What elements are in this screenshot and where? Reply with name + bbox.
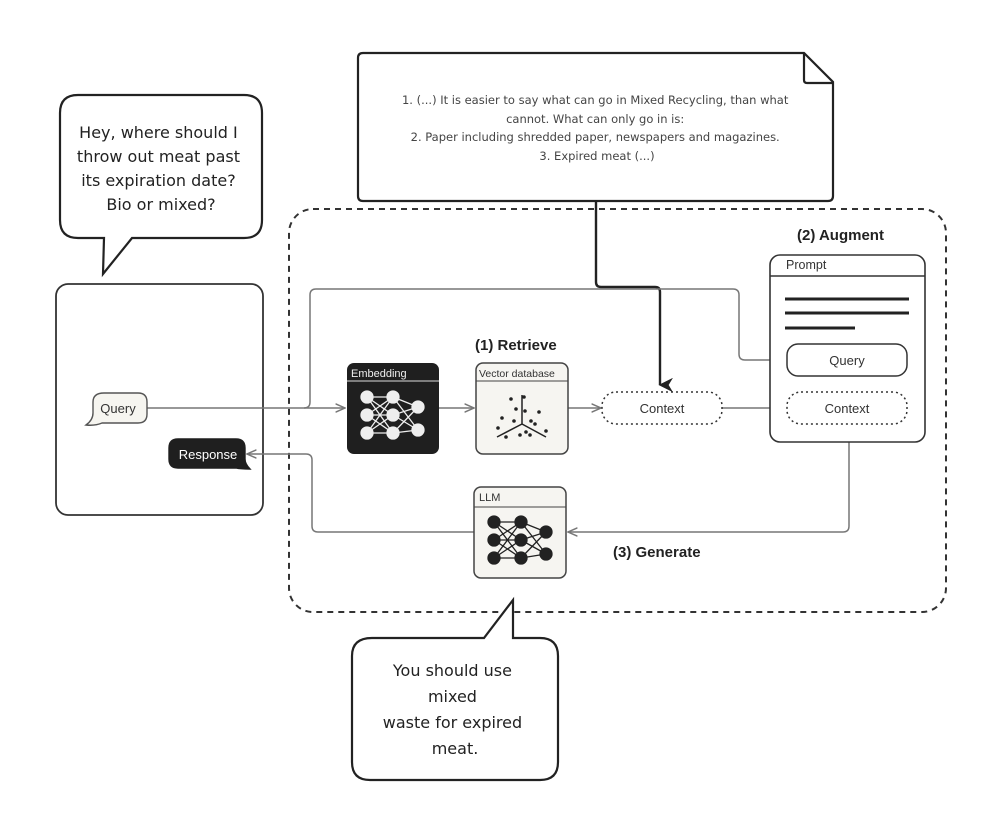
answer-bubble: You should use mixed waste for expired m… <box>350 596 560 782</box>
llm-to-response-connector <box>247 454 474 533</box>
client-panel <box>55 283 264 516</box>
context-label: Context <box>640 401 685 416</box>
user-question-line: its expiration date? <box>81 171 235 190</box>
embedding-label: Embedding <box>351 368 407 380</box>
augment-step-label: (2) Augment <box>797 227 884 244</box>
llm-label: LLM <box>479 492 500 504</box>
user-question-line: Bio or mixed? <box>106 195 215 214</box>
prompt-context-label: Context <box>825 401 870 416</box>
user-question-line: throw out meat past <box>77 147 240 166</box>
response-label: Response <box>179 447 238 462</box>
query-chip[interactable]: Query <box>84 392 148 426</box>
document-line: 3. Expired meat (...) <box>539 149 654 163</box>
prompt-to-llm-connector <box>568 442 850 532</box>
vector-database-label: Vector database <box>479 368 555 380</box>
rag-diagram: Hey, where should I throw out meat past … <box>55 51 947 782</box>
response-chip[interactable]: Response <box>168 438 252 470</box>
generate-step-label: (3) Generate <box>613 544 701 561</box>
answer-line: mixed <box>428 687 477 706</box>
answer-line: You should use <box>392 661 512 680</box>
user-question-line: Hey, where should I <box>79 123 238 142</box>
document-line: 2. Paper including shredded paper, newsp… <box>411 130 780 144</box>
prompt-query-chip[interactable]: Query <box>786 343 908 377</box>
llm-block: LLM <box>473 486 567 579</box>
user-question-bubble: Hey, where should I throw out meat past … <box>58 93 264 278</box>
vector-database-block: Vector database <box>475 362 569 455</box>
document-line: cannot. What can only go in is: <box>506 112 684 126</box>
retrieved-document-note: 1. (...) It is easier to say what can go… <box>356 51 835 203</box>
prompt-label: Prompt <box>786 258 827 272</box>
retrieved-context-chip[interactable]: Context <box>601 391 723 425</box>
answer-line: meat. <box>432 739 479 758</box>
prompt-panel: Prompt Query Context <box>769 254 926 443</box>
retrieve-step-label: (1) Retrieve <box>475 337 557 354</box>
document-line: 1. (...) It is easier to say what can go… <box>402 93 789 107</box>
document-to-context-arrow <box>594 201 673 393</box>
embedding-model-block: Embedding <box>347 363 439 454</box>
prompt-context-chip[interactable]: Context <box>786 391 908 425</box>
query-label: Query <box>100 401 136 416</box>
answer-line: waste for expired <box>383 713 522 732</box>
prompt-query-label: Query <box>829 353 865 368</box>
